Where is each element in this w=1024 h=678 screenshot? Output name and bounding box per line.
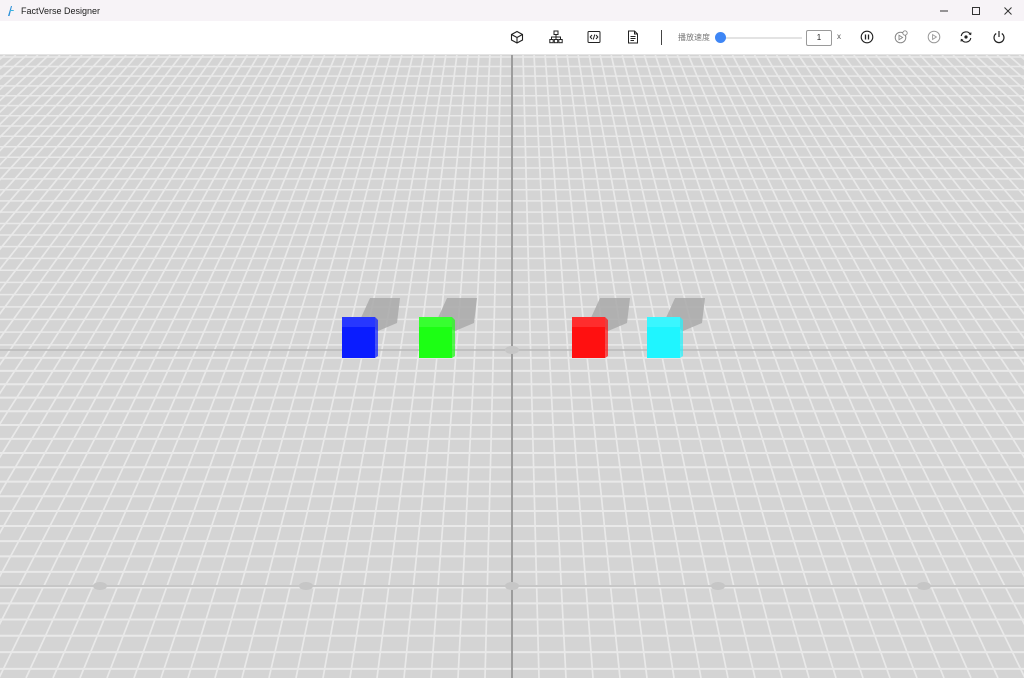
speed-slider-handle[interactable] bbox=[715, 32, 726, 43]
cube-button[interactable] bbox=[509, 29, 525, 45]
code-button[interactable] bbox=[586, 29, 602, 45]
window-title: FactVerse Designer bbox=[21, 5, 101, 16]
scene-viewport[interactable] bbox=[0, 55, 1024, 678]
toolbar: 播放速度 1 x bbox=[0, 21, 1024, 55]
maximize-icon bbox=[972, 6, 980, 15]
code-icon bbox=[587, 31, 601, 43]
power-button[interactable] bbox=[991, 29, 1007, 45]
reset-button[interactable] bbox=[958, 29, 974, 45]
hierarchy-button[interactable] bbox=[548, 29, 564, 45]
play-button[interactable] bbox=[926, 29, 942, 45]
app-logo-icon bbox=[8, 5, 14, 16]
title-bar: FactVerse Designer bbox=[0, 0, 1024, 21]
document-icon bbox=[628, 30, 638, 44]
record-icon bbox=[894, 30, 908, 44]
speed-input[interactable]: 1 bbox=[806, 30, 832, 46]
maximize-button[interactable] bbox=[960, 0, 992, 21]
play-icon bbox=[927, 30, 941, 44]
minimize-icon bbox=[940, 10, 948, 11]
playback-speed-label: 播放速度 bbox=[678, 33, 710, 42]
power-icon bbox=[993, 31, 1005, 44]
pause-icon bbox=[860, 30, 874, 44]
scene-canvas[interactable] bbox=[0, 55, 1024, 678]
speed-slider-track[interactable] bbox=[720, 37, 802, 39]
pause-button[interactable] bbox=[859, 29, 875, 45]
window-controls bbox=[928, 0, 1024, 21]
record-button[interactable] bbox=[893, 29, 909, 45]
minimize-button[interactable] bbox=[928, 0, 960, 21]
app-window: FactVerse Designer 播放速度 1 x bbox=[0, 0, 1024, 678]
close-button[interactable] bbox=[992, 0, 1024, 21]
document-button[interactable] bbox=[625, 29, 641, 45]
reset-icon bbox=[960, 31, 972, 43]
cube-icon bbox=[510, 30, 524, 44]
close-icon bbox=[1004, 6, 1012, 15]
speed-unit-label: x bbox=[837, 32, 841, 41]
hierarchy-icon bbox=[549, 30, 563, 44]
toolbar-divider bbox=[661, 30, 662, 45]
